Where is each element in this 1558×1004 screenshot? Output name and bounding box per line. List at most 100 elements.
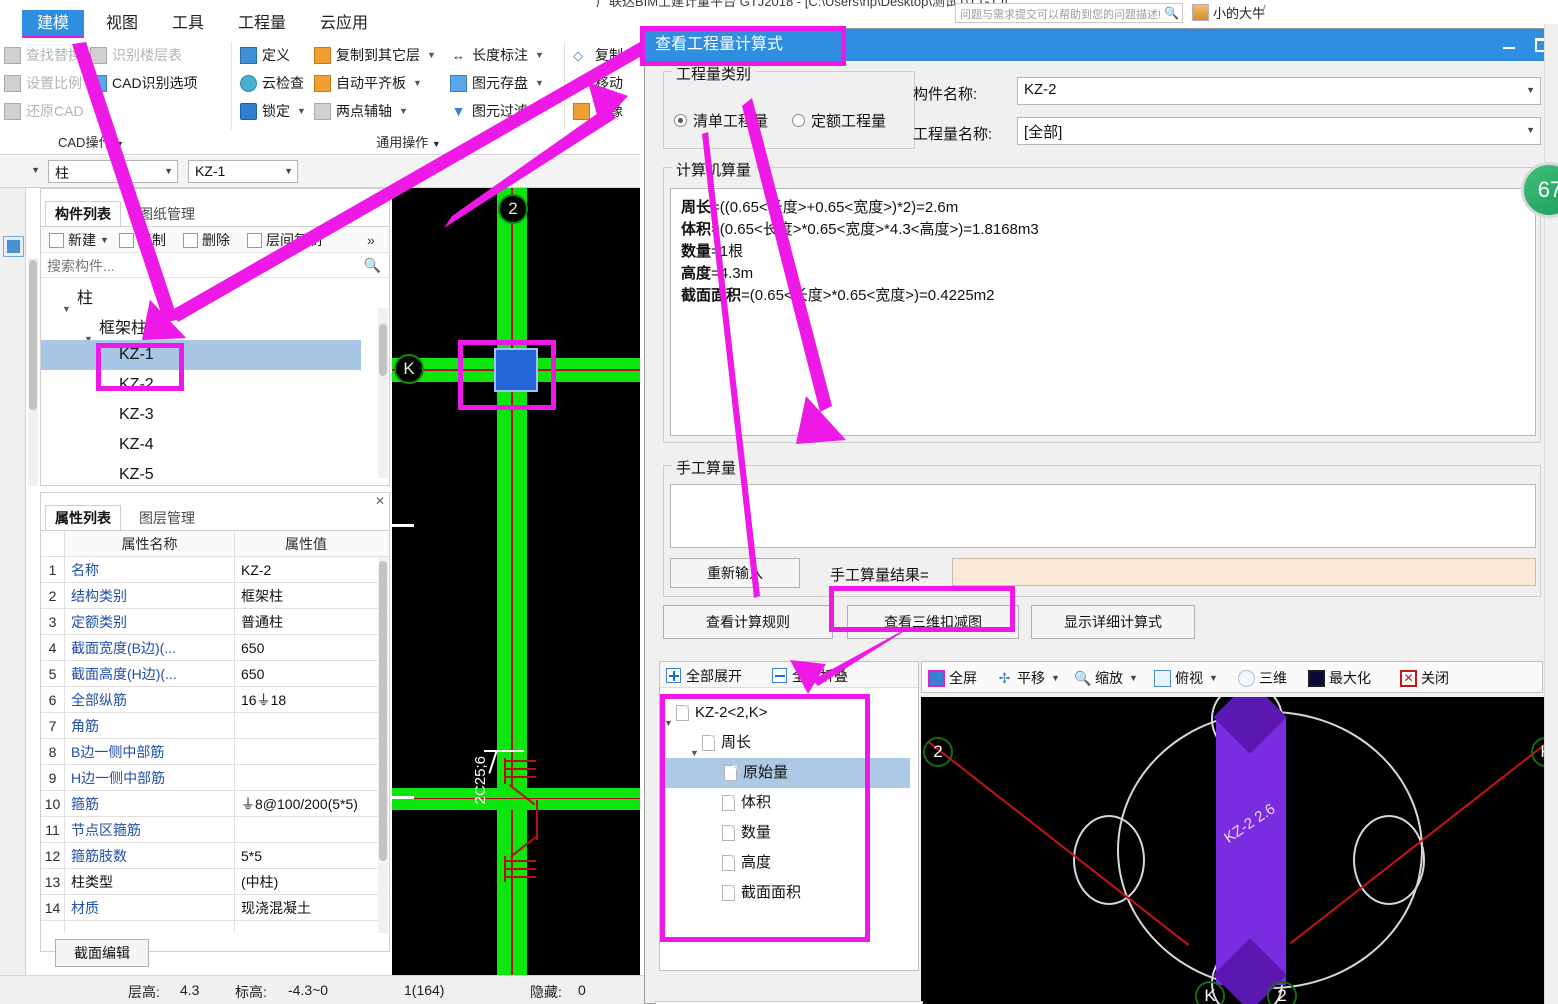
chevron-down-icon[interactable]: ▼ — [1129, 673, 1138, 683]
ribbon-element-filter[interactable]: ▼ 图元过滤 — [450, 98, 528, 124]
tab-property-list[interactable]: 属性列表 — [45, 505, 121, 531]
detail-tree-node-height[interactable]: 高度 — [722, 848, 771, 878]
ribbon-define[interactable]: 定义 — [240, 42, 290, 68]
table-row[interactable]: 4 截面宽度(B边)(... 650 — [41, 635, 389, 661]
expand-all-button[interactable]: 全部展开 — [666, 666, 742, 685]
tree-node-kz2[interactable]: KZ-2 — [119, 370, 154, 400]
table-row[interactable]: 13 柱类型 (中柱) — [41, 869, 389, 895]
radio-norm-quantity[interactable]: 定额工程量 — [792, 110, 886, 131]
ribbon-element-save[interactable]: 图元存盘 ▼ — [450, 70, 544, 96]
view3d-3d-button[interactable]: 三维 — [1238, 667, 1287, 689]
component-tree-scrollbar[interactable] — [378, 308, 388, 478]
radio-list-quantity[interactable]: 清单工程量 — [674, 110, 768, 131]
tab-gongchengliang[interactable]: 工程量 — [228, 10, 296, 38]
view3d-zoom-button[interactable]: 🔍 缩放 ▼ — [1074, 667, 1138, 689]
view3d-canvas[interactable]: KZ-2 2.6 2 K K 2 — [921, 697, 1558, 1004]
ribbon-set-scale[interactable]: 设置比例 — [4, 70, 82, 96]
ribbon-restore-cad[interactable]: 还原CAD — [4, 98, 84, 124]
table-row[interactable]: 10 箍筋 ⏚8@100/200(5*5) — [41, 791, 389, 817]
property-table-scrollbar[interactable] — [378, 557, 388, 933]
chevron-down-icon[interactable]: ▼ — [1051, 673, 1060, 683]
table-row[interactable]: 1 名称 KZ-2 — [41, 557, 389, 583]
cad-drawing-canvas[interactable]: 2 K J 2 2C25;6 Y X — [392, 188, 640, 975]
detail-tree-node-section-area[interactable]: 截面面积 — [722, 878, 801, 908]
component-name-input[interactable]: KZ-2 ▼ — [1017, 77, 1541, 105]
user-account[interactable]: 小的大牛 — [1192, 2, 1265, 23]
detail-tree-node-volume[interactable]: 体积 — [722, 788, 771, 818]
collapse-all-button[interactable]: 全部折叠 — [772, 666, 848, 685]
ribbon-copy[interactable]: ◇ 复制 — [573, 42, 623, 68]
ribbon-mirror[interactable]: 镜像 — [573, 98, 623, 124]
scrollbar-thumb[interactable] — [379, 561, 387, 861]
ribbon-recognize-floor-table[interactable]: 识别楼层表 — [90, 42, 182, 68]
manual-quantity-textarea[interactable] — [670, 484, 1536, 548]
ribbon-copy-to-layer[interactable]: 复制到其它层 ▼ — [314, 42, 436, 68]
detail-tree-node-count[interactable]: 数量 — [722, 818, 771, 848]
chevron-expanded-icon[interactable]: ▼ — [62, 294, 71, 324]
manual-result-value[interactable] — [952, 558, 1536, 586]
chevron-down-icon[interactable]: ▼ — [31, 165, 40, 175]
tree-node-kz1[interactable]: KZ-1 — [41, 340, 361, 370]
chevron-down-icon[interactable]: ▼ — [100, 235, 109, 245]
new-component-button[interactable]: 新建 ▼ — [49, 230, 109, 250]
detail-tree-node-perimeter[interactable]: ▼ 周长 — [690, 728, 751, 758]
chevron-down-icon[interactable]: ▼ — [297, 106, 306, 116]
table-row[interactable]: 9 H边一侧中部筋 — [41, 765, 389, 791]
tree-node-kz3[interactable]: KZ-3 — [119, 400, 154, 430]
ribbon-lock[interactable]: 锁定 ▼ — [240, 98, 306, 124]
chevron-down-icon[interactable]: ▼ — [399, 106, 408, 116]
ribbon-two-point-axis[interactable]: 两点辅轴 ▼ — [314, 98, 408, 124]
reinput-button[interactable]: 重新输入 — [670, 558, 800, 588]
view3d-topview-button[interactable]: 俯视 ▼ — [1154, 667, 1218, 689]
chevron-down-icon[interactable]: ▼ — [284, 166, 293, 176]
tab-jianmo[interactable]: 建模 — [22, 10, 84, 38]
search-icon[interactable]: 🔍 — [364, 257, 381, 274]
search-icon[interactable]: 🔍 — [1164, 6, 1179, 20]
scrollbar-thumb[interactable] — [29, 260, 37, 410]
view3d-fullscreen-button[interactable]: 全屏 — [928, 667, 977, 689]
tab-drawing-manager[interactable]: 图纸管理 — [129, 201, 205, 227]
table-row[interactable]: 3 定额类别 普通柱 — [41, 609, 389, 635]
component-combo[interactable]: KZ-1 ▼ — [188, 160, 298, 183]
more-toolbar-button[interactable]: » — [367, 230, 375, 250]
show-detail-formula-button[interactable]: 显示详细计算式 — [1031, 605, 1195, 639]
table-row[interactable]: 14 材质 现浇混凝土 — [41, 895, 389, 921]
chevron-expanded-icon[interactable]: ▼ — [664, 708, 673, 738]
delete-component-button[interactable]: 删除 — [183, 230, 230, 250]
ribbon-cloud-check[interactable]: 云检查 — [240, 70, 304, 96]
table-row[interactable]: 2 结构类别 框架柱 — [41, 583, 389, 609]
tab-layer-manager[interactable]: 图层管理 — [129, 505, 205, 531]
ribbon-find-replace[interactable]: 查找替换 — [4, 42, 82, 68]
chevron-down-icon[interactable]: ▼ — [164, 166, 173, 176]
ribbon-length-dimension[interactable]: ↔ 长度标注 ▼ — [450, 42, 544, 68]
chevron-down-icon[interactable]: ▼ — [1209, 673, 1218, 683]
tree-node-kz5[interactable]: KZ-5 — [119, 460, 154, 485]
tab-gongju[interactable]: 工具 — [162, 10, 214, 38]
table-row[interactable]: 11 节点区箍筋 — [41, 817, 389, 843]
tab-component-list[interactable]: 构件列表 — [45, 201, 121, 227]
table-row[interactable]: 7 角筋 — [41, 713, 389, 739]
cad-column-selected[interactable] — [494, 348, 538, 392]
ribbon-cad-options[interactable]: CAD识别选项 — [90, 70, 198, 96]
tree-node-zhu[interactable]: ▼ 柱 — [62, 284, 93, 314]
table-row[interactable]: 5 截面高度(H边)(... 650 — [41, 661, 389, 687]
formula-textbox[interactable]: 周长=((0.65<长度>+0.65<宽度>)*2)=2.6m 体积=(0.65… — [670, 188, 1536, 436]
chevron-down-icon[interactable]: ▼ — [535, 78, 544, 88]
layer-combo-pre[interactable]: ▼ — [10, 160, 44, 183]
table-row[interactable]: 8 B边一侧中部筋 — [41, 739, 389, 765]
table-row[interactable]: 12 箍筋肢数 5*5 — [41, 843, 389, 869]
quantity-name-input[interactable]: [全部] ▼ — [1017, 117, 1541, 145]
table-row[interactable]: 6 全部纵筋 16⏚18 — [41, 687, 389, 713]
ribbon-auto-align-slab[interactable]: 自动平齐板 ▼ — [314, 70, 422, 96]
chevron-down-icon[interactable]: ▼ — [535, 50, 544, 60]
copy-between-floors-button[interactable]: 层间复制 — [247, 230, 322, 250]
scrollbar-thumb[interactable] — [379, 324, 387, 376]
view-3d-deduction-button[interactable]: 查看三维扣减图 — [847, 605, 1019, 639]
copy-component-button[interactable]: 复制 — [119, 230, 166, 250]
rail-panel-toggle-button[interactable] — [3, 236, 24, 257]
view3d-maximize-button[interactable]: 最大化 — [1308, 667, 1371, 689]
chevron-down-icon[interactable]: ▼ — [427, 50, 436, 60]
view3d-close-button[interactable]: ✕ 关闭 — [1400, 667, 1449, 689]
minimize-icon[interactable] — [1503, 38, 1517, 52]
left-dock-scrollbar[interactable] — [28, 258, 38, 486]
